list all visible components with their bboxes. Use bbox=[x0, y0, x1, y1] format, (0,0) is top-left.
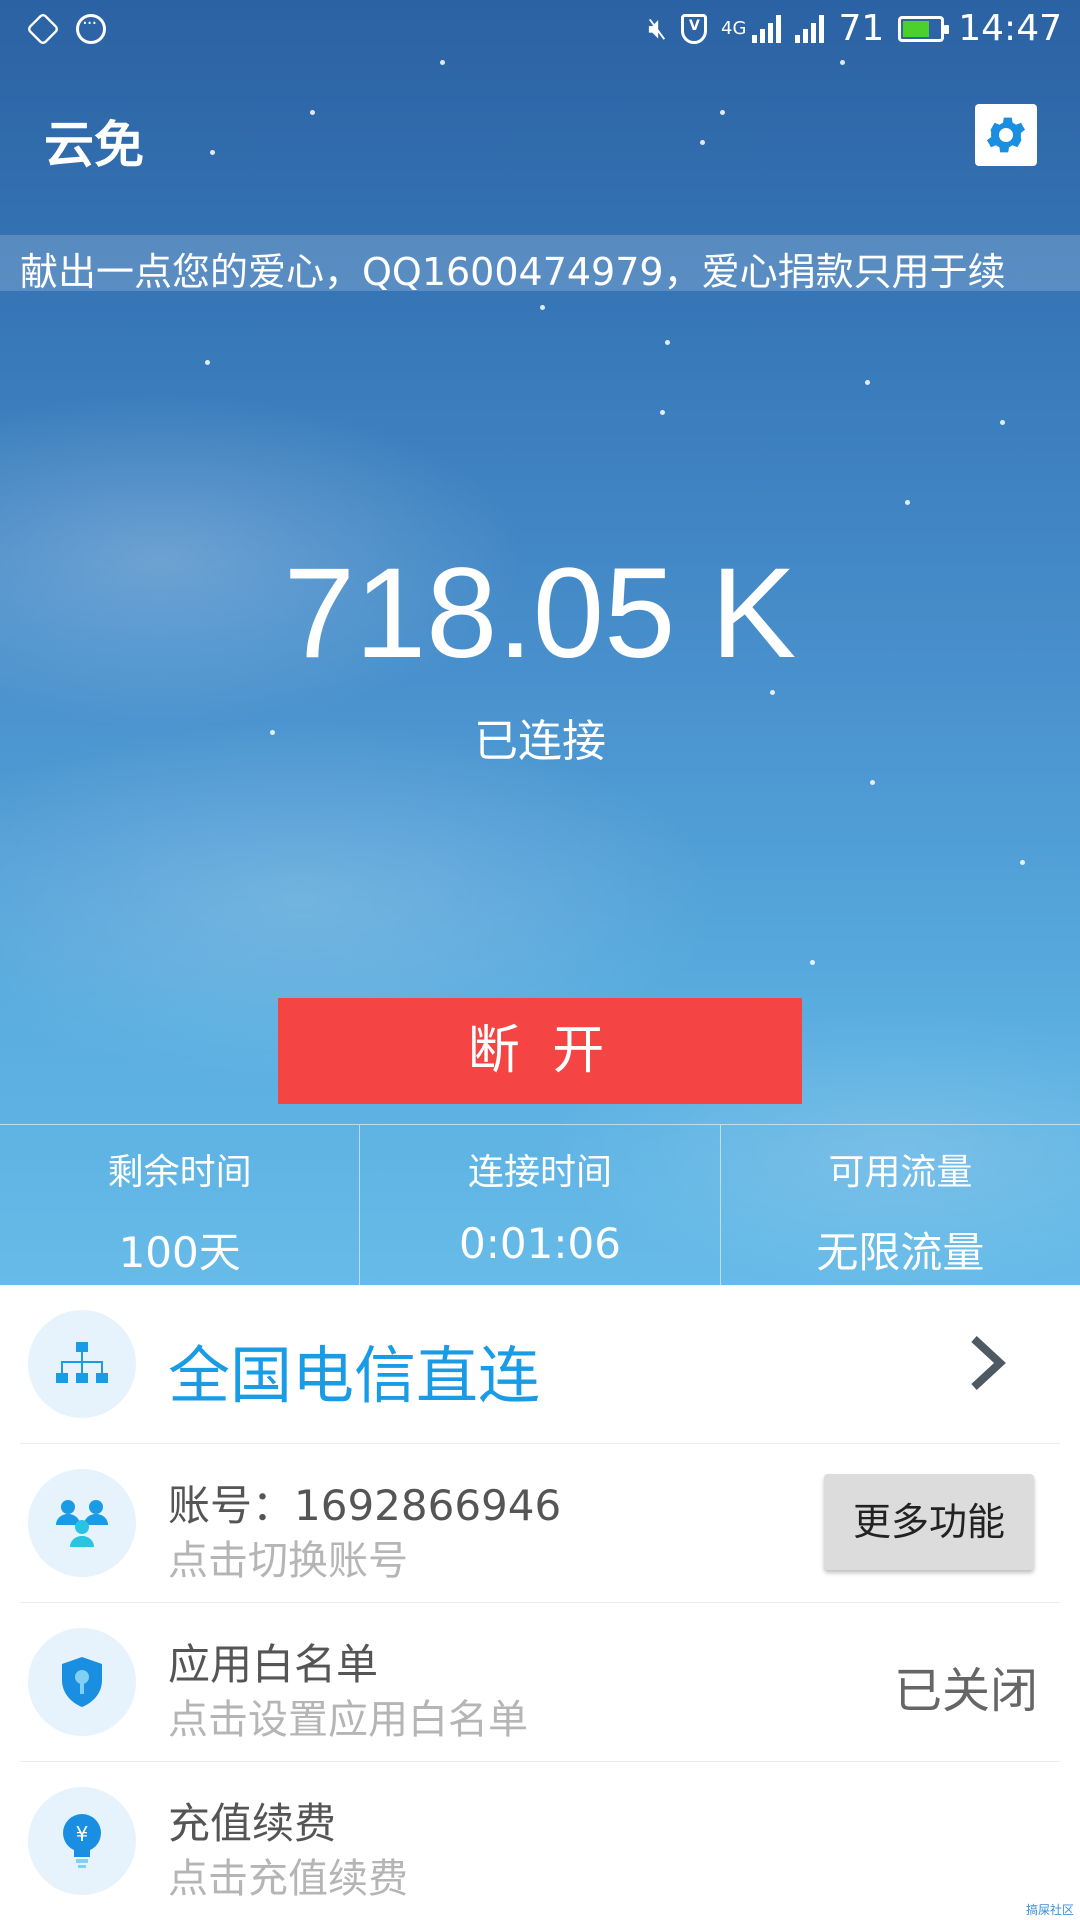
stat-available-data: 可用流量 无限流量 bbox=[721, 1125, 1080, 1285]
heart-shield-icon bbox=[26, 12, 60, 46]
network-tree-icon bbox=[28, 1310, 136, 1418]
chat-dots-icon bbox=[76, 13, 106, 44]
stat-label: 剩余时间 bbox=[107, 1152, 252, 1193]
account-subtitle: 点击切换账号 bbox=[168, 1538, 408, 1584]
users-icon bbox=[28, 1469, 136, 1577]
watermark: 搞屎社区 bbox=[1025, 1903, 1074, 1917]
stat-value: 0:01:06 bbox=[459, 1219, 621, 1268]
stat-remaining-time: 剩余时间 100天 bbox=[0, 1125, 361, 1285]
speed-readout: 718.05 K bbox=[283, 542, 797, 685]
vpn-shield-icon bbox=[681, 13, 708, 44]
stat-value: 100天 bbox=[118, 1228, 241, 1277]
signal-icon bbox=[752, 14, 782, 43]
route-label: 全国电信直连 bbox=[168, 1339, 541, 1412]
stat-label: 连接时间 bbox=[467, 1152, 612, 1193]
battery-percent: 71 bbox=[838, 8, 885, 49]
connection-status: 已连接 bbox=[474, 716, 606, 767]
disconnect-button[interactable]: 断 开 bbox=[278, 998, 802, 1104]
recharge-title: 充值续费 bbox=[168, 1799, 337, 1848]
more-features-button[interactable]: 更多功能 bbox=[824, 1474, 1034, 1570]
network-type: 4G bbox=[721, 18, 747, 39]
stats-bar: 剩余时间 100天 连接时间 0:01:06 可用流量 无限流量 bbox=[0, 1124, 1080, 1285]
yen-bulb-icon: ¥ bbox=[28, 1787, 136, 1895]
settings-button[interactable] bbox=[975, 104, 1037, 166]
chevron-right-icon bbox=[971, 1336, 1006, 1390]
clock: 14:47 bbox=[958, 8, 1062, 49]
options-list: 全国电信直连 账号：1692866946 点击切换账号 更多功能 应用白名单 点… bbox=[0, 1285, 1080, 1920]
marquee-text: 献出一点您的爱心，QQ1600474979，爱心捐款只用于续 bbox=[20, 250, 1006, 291]
recharge-row[interactable]: ¥ 充值续费 点击充值续费 bbox=[20, 1762, 1060, 1920]
svg-text:¥: ¥ bbox=[76, 1822, 89, 1846]
gear-icon bbox=[987, 117, 1025, 153]
whitelist-subtitle: 点击设置应用白名单 bbox=[168, 1697, 528, 1743]
route-row[interactable]: 全国电信直连 bbox=[20, 1285, 1060, 1444]
stat-label: 可用流量 bbox=[828, 1152, 973, 1193]
donation-marquee: 献出一点您的爱心，QQ1600474979，爱心捐款只用于续 bbox=[0, 235, 1080, 291]
whitelist-state: 已关闭 bbox=[893, 1663, 1038, 1719]
whitelist-row[interactable]: 应用白名单 点击设置应用白名单 已关闭 bbox=[20, 1603, 1060, 1762]
shield-key-icon bbox=[28, 1628, 136, 1736]
mute-icon: 🔇︎ bbox=[648, 11, 668, 46]
stat-value: 无限流量 bbox=[816, 1228, 985, 1277]
stat-connected-time: 连接时间 0:01:06 bbox=[360, 1125, 721, 1285]
account-number: 账号：1692866946 bbox=[168, 1481, 562, 1530]
status-bar: 🔇︎ 4G 71 14:47 bbox=[0, 0, 1080, 62]
whitelist-title: 应用白名单 bbox=[168, 1640, 379, 1689]
battery-icon bbox=[898, 15, 950, 42]
account-row[interactable]: 账号：1692866946 点击切换账号 更多功能 bbox=[20, 1444, 1060, 1603]
recharge-subtitle: 点击充值续费 bbox=[168, 1856, 408, 1902]
signal-icon-2 bbox=[795, 14, 825, 43]
app-title: 云免 bbox=[44, 116, 144, 174]
